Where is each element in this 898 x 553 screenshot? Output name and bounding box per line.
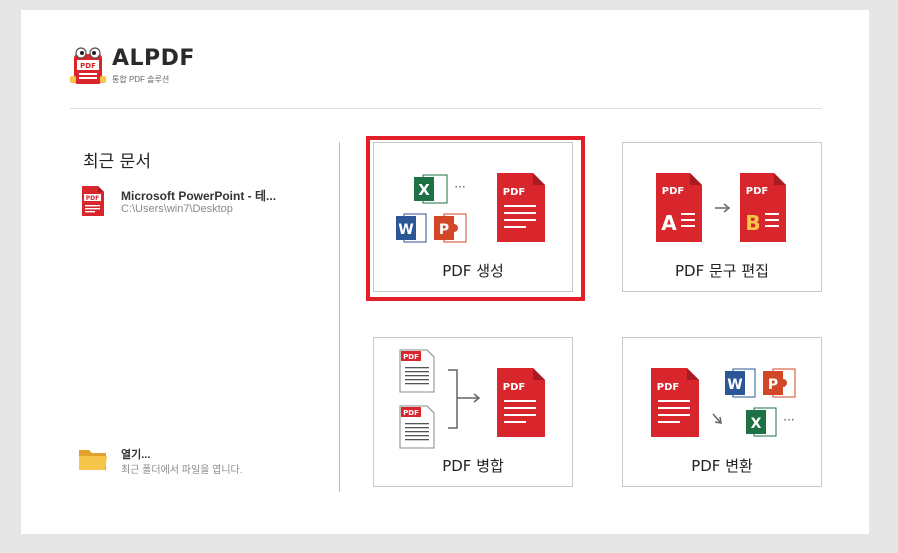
recent-document-name: Microsoft PowerPoint - 테... <box>121 189 277 203</box>
pdf-page-icon: PDF <box>399 405 435 449</box>
pdf-label: PDF <box>662 186 684 197</box>
arrow-right-icon <box>715 203 731 213</box>
pdf-a-document-icon: PDF A <box>656 173 702 242</box>
powerpoint-icon: P <box>763 368 796 398</box>
excel-icon: X <box>414 174 448 204</box>
word-icon: W <box>725 368 756 398</box>
logo-text: PDF <box>80 62 96 70</box>
pdf-page-icon: PDF <box>399 349 435 393</box>
merge-bracket-icon <box>448 369 481 429</box>
header-divider <box>70 108 822 109</box>
word-letter: W <box>727 377 742 393</box>
pdf-document-icon: PDF <box>497 173 545 242</box>
app-tagline: 통합 PDF 솔루션 <box>112 75 170 84</box>
start-panel: PDF ALPDF 통합 PDF 솔루션 최근 문서 PDF Microsoft… <box>21 10 869 534</box>
pdf-label: PDF <box>503 382 525 393</box>
more-formats-icon: ··· <box>783 413 794 427</box>
pdf-label: PDF <box>657 382 679 393</box>
open-label: 열기... <box>121 449 151 461</box>
column-divider <box>339 142 340 492</box>
arrow-down-right-icon <box>712 413 722 424</box>
alpdf-logo-icon: PDF <box>70 47 106 84</box>
excel-icon: X <box>746 407 777 437</box>
brand: PDF ALPDF 통합 PDF 솔루션 <box>70 46 270 90</box>
powerpoint-letter: P <box>768 377 778 393</box>
pdf-label: PDF <box>746 186 768 197</box>
pdf-label: PDF <box>403 353 419 361</box>
pdf-file-icon: PDF <box>82 186 104 216</box>
more-formats-icon: ··· <box>454 180 465 194</box>
powerpoint-letter: P <box>439 222 449 238</box>
letter-a: A <box>661 211 677 235</box>
pdf-label: PDF <box>503 187 525 198</box>
pdf-label: PDF <box>403 409 419 417</box>
excel-letter: X <box>418 181 430 199</box>
app-name: ALPDF <box>112 46 195 71</box>
tile-pdf-create[interactable]: X ··· W P PDF PDF 생성 <box>373 142 573 292</box>
powerpoint-icon: P <box>434 213 467 243</box>
tile-pdf-merge[interactable]: PDF PDF PDF PDF 병합 <box>373 337 573 487</box>
folder-icon <box>79 450 107 470</box>
letter-b: B <box>745 211 760 235</box>
pdf-b-document-icon: PDF B <box>740 173 786 242</box>
recent-document-item[interactable]: PDF Microsoft PowerPoint - 테... C:\Users… <box>81 185 331 219</box>
pdf-document-icon: PDF <box>497 368 545 437</box>
tile-pdf-edit-label: PDF 문구 편집 <box>675 262 769 280</box>
open-file-item[interactable]: 열기... 최근 폴더에서 파일을 엽니다. <box>78 446 328 478</box>
pdf-icon-text: PDF <box>86 195 99 202</box>
pdf-document-icon: PDF <box>651 368 699 437</box>
open-description: 최근 폴더에서 파일을 엽니다. <box>121 465 243 476</box>
recent-documents-title: 최근 문서 <box>83 152 151 172</box>
excel-letter: X <box>751 416 762 432</box>
tile-pdf-edit[interactable]: PDF A PDF B PDF 문구 편집 <box>622 142 822 292</box>
tile-pdf-convert[interactable]: PDF W P X ··· PDF 변환 <box>622 337 822 487</box>
tile-pdf-convert-label: PDF 변환 <box>691 457 753 475</box>
tile-pdf-create-label: PDF 생성 <box>442 262 504 280</box>
word-icon: W <box>396 213 427 243</box>
recent-document-path: C:\Users\win7\Desktop <box>121 203 233 215</box>
word-letter: W <box>398 222 413 238</box>
tile-pdf-merge-label: PDF 병합 <box>442 457 504 475</box>
